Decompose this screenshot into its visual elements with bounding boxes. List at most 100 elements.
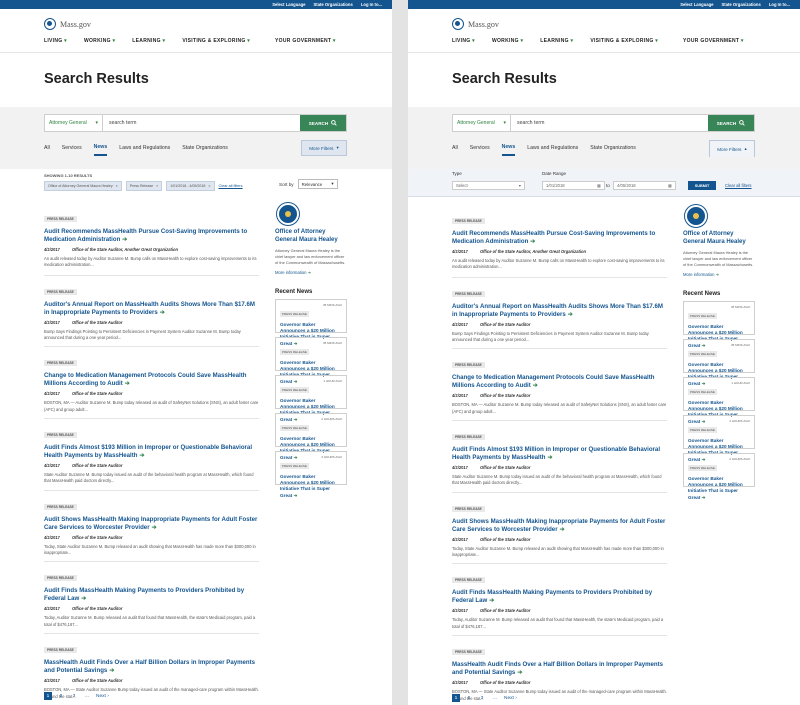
agency-title[interactable]: Office of Attorney General Maura Healey <box>275 229 347 244</box>
tab-services[interactable]: Services <box>470 140 490 156</box>
page-3[interactable]: 3 <box>70 692 78 700</box>
agency-title[interactable]: Office of Attorney General Maura Healey <box>683 231 755 246</box>
date-from-input[interactable]: 1/01/2018 ▦ <box>542 181 605 190</box>
calendar-icon[interactable]: ▦ <box>668 183 672 188</box>
submit-filters-button[interactable]: SUBMIT <box>688 181 716 190</box>
recent-news-card[interactable]: PRESS RELEASE 2 HOURS AGO Governor Baker A… <box>275 451 347 498</box>
result-title-link[interactable]: Audit Finds Almost $193 Million in Impro… <box>452 446 667 462</box>
page-1[interactable]: 1 <box>44 692 52 700</box>
state-organizations-link[interactable]: State Organizations <box>314 2 353 7</box>
result-title-link[interactable]: MassHealth Audit Finds Over a Half Billi… <box>44 659 259 675</box>
close-icon[interactable]: × <box>156 184 158 188</box>
attorney-general-seal-icon <box>277 203 299 225</box>
filter-chip-type[interactable]: Press Release × <box>125 181 163 191</box>
recent-news-card[interactable]: PRESS RELEASE 2 HOURS AGO Governor Baker A… <box>683 453 755 500</box>
result-org: Office of the State Auditor <box>71 391 123 397</box>
recent-news-title[interactable]: Governor Baker Announces a $20 Million I… <box>280 474 342 499</box>
close-icon[interactable]: × <box>208 184 210 188</box>
result-title-link[interactable]: Audit Finds MassHealth Making Payments t… <box>44 587 259 603</box>
tab-laws-regulations[interactable]: Laws and Regulations <box>527 140 578 156</box>
more-information-link[interactable]: More information ➔ <box>275 270 347 275</box>
chevron-down-icon: ▾ <box>518 183 521 188</box>
search-input[interactable]: search term <box>103 115 300 131</box>
type-select[interactable]: Select ▾ <box>452 181 525 190</box>
nav-working[interactable]: WORKING <box>84 38 115 44</box>
filter-chip-date[interactable]: 1/01/2018 - 4/05/2018 × <box>166 181 215 191</box>
login-link[interactable]: Log In to... <box>361 2 382 7</box>
result-title-link[interactable]: Auditor's Annual Report on MassHealth Au… <box>452 303 667 319</box>
more-information-link[interactable]: More information ➔ <box>683 272 755 277</box>
result-item: PRESS RELEASE Change to Medication Manage… <box>452 348 667 420</box>
recent-news-card[interactable]: PRESS RELEASE 35 MINS AGO Governor Baker A… <box>275 337 347 384</box>
page-1[interactable]: 1 <box>452 694 460 702</box>
nav-learning[interactable]: LEARNING <box>132 38 165 44</box>
tab-state-organizations[interactable]: State Organizations <box>182 140 228 156</box>
result-title-link[interactable]: Audit Shows MassHealth Making Inappropri… <box>452 518 667 534</box>
recent-news-title[interactable]: Governor Baker Announces a $20 Million I… <box>688 476 750 501</box>
result-title-link[interactable]: MassHealth Audit Finds Over a Half Billi… <box>452 661 667 677</box>
recent-news-heading: Recent News <box>275 289 313 295</box>
result-org: Office of the State Auditor <box>71 319 123 325</box>
press-release-badge: PRESS RELEASE <box>44 503 77 510</box>
org-select-value: Attorney General <box>49 120 87 126</box>
tab-all[interactable]: All <box>44 140 50 156</box>
calendar-icon[interactable]: ▦ <box>597 183 601 188</box>
tab-state-organizations[interactable]: State Organizations <box>590 140 636 156</box>
next-page-link[interactable]: Next › <box>504 694 517 702</box>
result-title-link[interactable]: Auditor's Annual Report on MassHealth Au… <box>44 301 259 317</box>
page-2[interactable]: 2 <box>57 692 65 700</box>
clear-all-filters-link[interactable]: Clear all filters <box>219 184 243 188</box>
result-title-link[interactable]: Audit Finds Almost $193 Million in Impro… <box>44 444 259 460</box>
tab-news[interactable]: News <box>93 140 108 156</box>
search-button[interactable]: SEARCH <box>300 115 346 131</box>
nav-living[interactable]: LIVING <box>452 38 475 44</box>
next-page-link[interactable]: Next › <box>96 692 109 700</box>
state-organizations-link[interactable]: State Organizations <box>722 2 761 7</box>
recent-news-card[interactable]: PRESS RELEASE 35 MINS AGO Governor Baker A… <box>683 301 755 348</box>
select-language-link[interactable]: Select Language <box>680 2 713 7</box>
page-2[interactable]: 2 <box>465 694 473 702</box>
nav-visiting[interactable]: VISITING & EXPLORING <box>590 38 658 44</box>
result-title-link[interactable]: Change to Medication Management Protocol… <box>452 374 667 390</box>
recent-news-card[interactable]: PRESS RELEASE 1 HOUR AGO Governor Baker An… <box>275 375 347 422</box>
recent-news-card[interactable]: PRESS RELEASE 35 MINS AGO Governor Baker A… <box>683 339 755 386</box>
result-description: Today, State Auditor Suzanne M. Bump rel… <box>452 545 664 558</box>
sort-select[interactable]: Relevance ▾ <box>297 179 338 189</box>
nav-your-government[interactable]: YOUR GOVERNMENT <box>275 38 336 44</box>
recent-news-card[interactable]: PRESS RELEASE 2 HOURS AGO Governor Baker A… <box>683 415 755 462</box>
tab-services[interactable]: Services <box>62 140 82 156</box>
search-button[interactable]: SEARCH <box>708 115 754 131</box>
nav-working[interactable]: WORKING <box>492 38 523 44</box>
recent-news-card[interactable]: PRESS RELEASE 2 HOURS AGO Governor Baker A… <box>275 413 347 460</box>
filter-chip-org[interactable]: Office of Attorney General Maura Healey × <box>44 181 122 191</box>
nav-learning[interactable]: LEARNING <box>540 38 573 44</box>
result-title-link[interactable]: Audit Recommends MassHealth Pursue Cost-… <box>452 230 667 246</box>
result-title-link[interactable]: Audit Shows MassHealth Making Inappropri… <box>44 516 259 532</box>
clear-all-filters-link[interactable]: Clear all filters <box>725 183 752 188</box>
site-logo[interactable]: Mass.gov <box>408 9 800 33</box>
date-to-input[interactable]: 4/05/2018 ▦ <box>613 181 676 190</box>
nav-living[interactable]: LIVING <box>44 38 67 44</box>
more-filters-button[interactable]: More Filters ▾ <box>301 140 347 156</box>
login-link[interactable]: Log In to... <box>769 2 790 7</box>
org-select[interactable]: Attorney General ▾ <box>45 115 103 131</box>
recent-news-card[interactable]: PRESS RELEASE 35 MINS AGO Governor Baker A… <box>275 299 347 346</box>
tab-laws-regulations[interactable]: Laws and Regulations <box>119 140 170 156</box>
search-input[interactable]: search term <box>511 115 708 131</box>
recent-news-heading: Recent News <box>683 291 721 297</box>
result-title-link[interactable]: Change to Medication Management Protocol… <box>44 372 259 388</box>
result-title-link[interactable]: Audit Recommends MassHealth Pursue Cost-… <box>44 228 259 244</box>
page-3[interactable]: 3 <box>478 694 486 702</box>
tab-all[interactable]: All <box>452 140 458 156</box>
recent-news-card[interactable]: PRESS RELEASE 1 HOUR AGO Governor Baker An… <box>683 377 755 424</box>
more-filters-button[interactable]: More Filters ▴ <box>709 140 755 157</box>
arrow-right-icon: › <box>107 693 109 699</box>
site-logo[interactable]: Mass.gov <box>0 9 392 33</box>
tab-news[interactable]: News <box>501 140 516 156</box>
select-language-link[interactable]: Select Language <box>272 2 305 7</box>
result-title-link[interactable]: Audit Finds MassHealth Making Payments t… <box>452 589 667 605</box>
nav-your-government[interactable]: YOUR GOVERNMENT <box>683 38 744 44</box>
close-icon[interactable]: × <box>116 184 118 188</box>
org-select[interactable]: Attorney General ▾ <box>453 115 511 131</box>
nav-visiting[interactable]: VISITING & EXPLORING <box>182 38 250 44</box>
